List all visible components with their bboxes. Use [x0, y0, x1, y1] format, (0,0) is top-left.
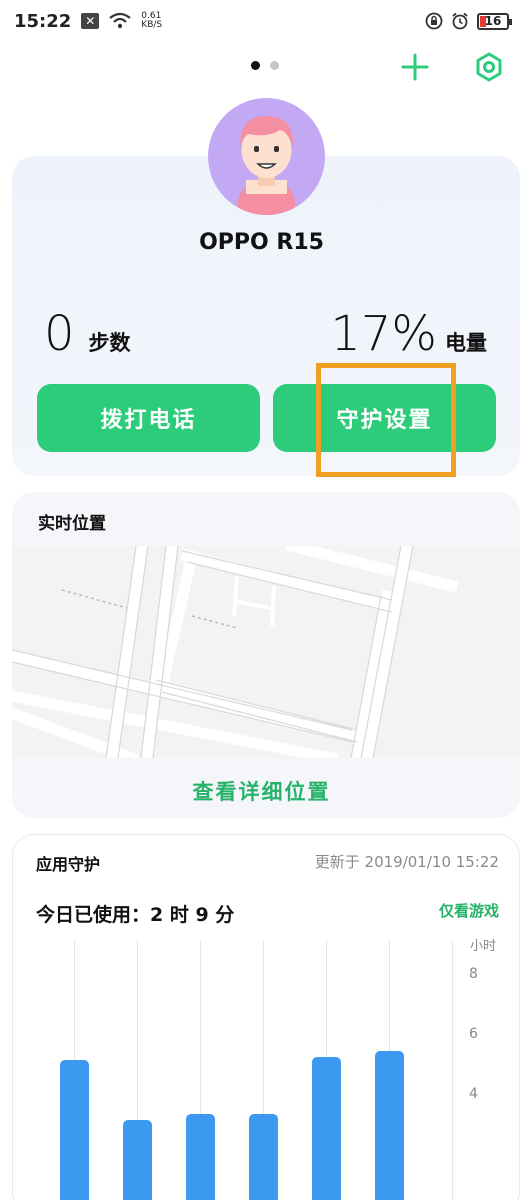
- chart-y-tick: 6: [469, 1026, 478, 1042]
- chart-bar[interactable]: [123, 1120, 152, 1200]
- page-indicator: [251, 61, 279, 70]
- page-dot-2[interactable]: [270, 61, 279, 70]
- app-guard-title: 应用守护: [36, 855, 101, 874]
- chart-bar[interactable]: [249, 1114, 278, 1200]
- net-speed-unit: KB/S: [141, 20, 163, 30]
- steps-stat: 0 步数: [44, 310, 131, 358]
- location-title: 实时位置: [38, 514, 106, 534]
- status-bar: 15:22 ✕ 0.61 KB/S 16: [0, 0, 523, 42]
- net-speed: 0.61 KB/S: [141, 12, 162, 30]
- chart-y-ticks: 8 6 4: [469, 966, 478, 1102]
- lock-rotation-icon: [425, 12, 443, 30]
- add-icon[interactable]: [400, 52, 430, 82]
- updated-time: 更新于 2019/01/10 15:22: [314, 853, 499, 871]
- device-name: OPPO R15: [199, 230, 324, 255]
- status-left: 15:22 ✕ 0.61 KB/S: [14, 11, 162, 32]
- map-roads: [12, 546, 520, 758]
- chart-bar[interactable]: [60, 1060, 89, 1200]
- chart-ylabel: 小时: [470, 939, 496, 954]
- chart-bars: [60, 1051, 404, 1200]
- highlight-box: [316, 363, 456, 477]
- chart-bar[interactable]: [312, 1057, 341, 1200]
- phone-screen: 15:22 ✕ 0.61 KB/S 16 OPPO R15 0 步数 17% 电…: [0, 0, 523, 1200]
- map-view[interactable]: [12, 546, 520, 758]
- battery-icon: 16: [477, 12, 512, 30]
- chart-bar[interactable]: [186, 1114, 215, 1200]
- chart-bar[interactable]: [375, 1051, 404, 1200]
- battery-level: 16: [484, 14, 502, 28]
- games-only-filter[interactable]: 仅看游戏: [439, 900, 499, 921]
- close-notification-icon: ✕: [81, 13, 100, 29]
- status-time: 15:22: [14, 10, 72, 32]
- usage-today: 今日已使用：2 时 9 分: [36, 904, 235, 926]
- chart-y-tick: 8: [469, 966, 478, 982]
- avatar-illustration: [238, 116, 295, 215]
- usage-chart: 小时 8 6 4: [60, 939, 496, 1200]
- battery-stat: 17% 电量: [330, 310, 487, 358]
- battery-label: 电量: [445, 331, 487, 355]
- settings-icon[interactable]: [474, 52, 504, 82]
- page-dot-1[interactable]: [251, 61, 260, 70]
- call-button[interactable]: 拨打电话: [37, 384, 260, 452]
- view-location-link[interactable]: 查看详细位置: [0, 776, 523, 806]
- battery-value: 17%: [330, 306, 437, 362]
- status-right: 16: [425, 12, 512, 30]
- avatar[interactable]: [208, 98, 325, 215]
- chart-y-tick: 4: [469, 1086, 478, 1102]
- steps-label: 步数: [88, 331, 131, 355]
- steps-value: 0: [44, 306, 75, 362]
- wifi-icon: [109, 13, 131, 29]
- alarm-icon: [452, 12, 468, 30]
